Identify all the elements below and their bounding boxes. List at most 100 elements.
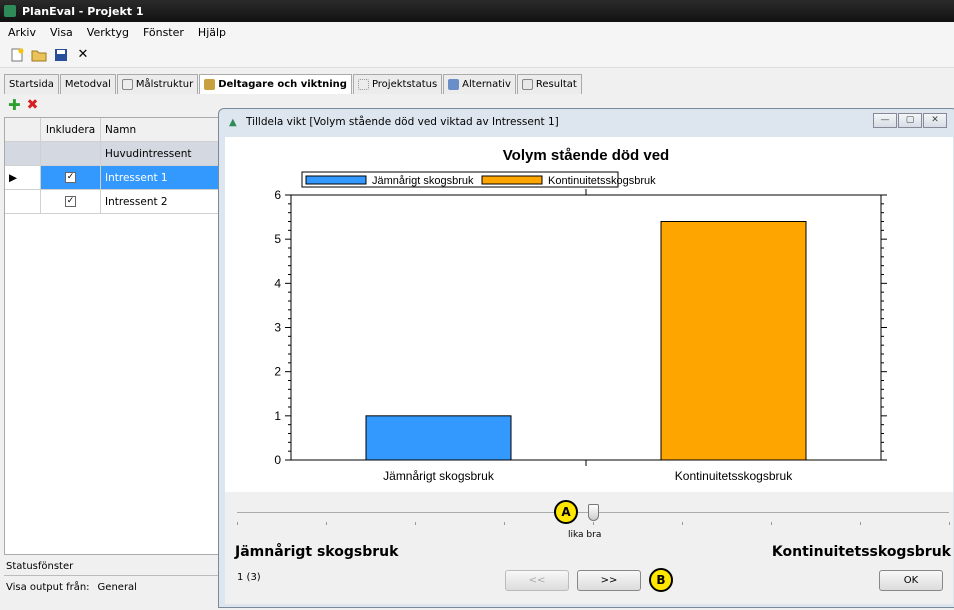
slider-tick [771,522,772,525]
menu-fonster[interactable]: Fönster [143,26,184,39]
tab-alternativ[interactable]: Alternativ [443,74,516,94]
legend-label: Kontinuitetsskogsbruk [548,175,656,187]
y-tick-label: 1 [274,409,281,423]
y-tick-label: 4 [274,276,281,290]
page-indicator: 1 (3) [237,572,261,583]
bar-chart: Volym stående död ved 0 1 2 3 4 5 6 Jämnårigt sk… [274,147,887,483]
status-output-row: Visa output från: General [4,576,236,599]
y-tick-label: 0 [274,453,281,467]
slider-tick [593,522,594,525]
tab-malstruktur-label: Målstruktur [135,79,194,90]
slider-tick [237,522,238,525]
weight-controls: A lika bra Jämnårigt skogsbruk Kontinuit… [225,492,953,604]
y-tick-label: 2 [274,365,281,379]
tab-startsida[interactable]: Startsida [4,74,59,94]
tab-bar: Startsida Metodval Målstruktur Deltagare… [4,74,583,94]
x-tick-label: Kontinuitetsskogsbruk [675,469,793,483]
slider-tick [504,522,505,525]
output-from-label: Visa output från: [6,582,90,593]
tab-deltagare[interactable]: Deltagare och viktning [199,74,352,94]
x-tick-label: Jämnårigt skogsbruk [383,469,495,483]
grid-header: Inkludera Namn [5,118,243,142]
assign-weight-dialog: ▲ Tilldela vikt [Volym stående död ved v… [218,108,954,608]
slider-tick [326,522,327,525]
bar-2 [660,221,807,461]
main-toolbar: ✕ [0,42,954,68]
legend-label: Jämnårigt skogsbruk [372,175,474,187]
participants-grid: Inkludera Namn Huvudintressent ▶ ✓ Intre… [4,117,244,555]
menu-verktyg[interactable]: Verktyg [87,26,129,39]
tab-resultat-label: Resultat [535,79,577,90]
close-icon[interactable]: ✕ [74,46,92,64]
row-indicator: ▶ [5,166,41,189]
menu-arkiv[interactable]: Arkiv [8,26,36,39]
next-button[interactable]: >> [577,570,641,591]
app-title: PlanEval - Projekt 1 [22,4,144,18]
tab-projektstatus-label: Projektstatus [371,79,438,90]
menubar: Arkiv Visa Verktyg Fönster Hjälp [0,22,954,42]
slider-tick [415,522,416,525]
ok-button[interactable]: OK [879,570,943,591]
tab-metodval[interactable]: Metodval [59,74,116,94]
table-row[interactable]: Huvudintressent [5,142,243,166]
row-indicator [5,142,41,165]
window-controls: — ▢ ✕ [872,113,947,128]
menu-hjalp[interactable]: Hjälp [198,26,226,39]
slider-tick [949,522,950,525]
left-alternative-label: Jämnårigt skogsbruk [235,544,399,560]
legend-swatch [305,175,367,185]
minimize-icon[interactable]: — [873,113,897,128]
row-indicator [5,190,41,213]
save-icon[interactable] [52,46,70,64]
include-cell: ✓ [41,166,101,189]
table-row[interactable]: ▶ ✓ Intressent 1 [5,166,243,190]
include-checkbox[interactable]: ✓ [65,172,76,183]
tab-malstruktur[interactable]: Målstruktur [116,74,199,94]
delete-icon[interactable]: ✖ [27,97,39,113]
status-window: Statusfönster Visa output från: General [4,558,236,604]
grid-icon [357,79,369,90]
app-titlebar: PlanEval - Projekt 1 [0,0,954,22]
bar-1 [365,415,512,461]
grid-header-inkludera[interactable]: Inkludera [41,118,101,141]
menu-visa[interactable]: Visa [50,26,73,39]
slider-tick [860,522,861,525]
add-icon[interactable]: ✚ [8,96,21,114]
window-close-icon[interactable]: ✕ [923,113,947,128]
tab-projektstatus[interactable]: Projektstatus [352,74,443,94]
alternatives-icon [448,79,460,90]
include-cell: ✓ [41,190,101,213]
open-folder-icon[interactable] [30,46,48,64]
include-cell [41,142,101,165]
dialog-title: Tilldela vikt [Volym stående död ved vik… [246,116,559,128]
y-tick-label: 5 [274,232,281,246]
app-icon [4,5,16,17]
tab-startsida-label: Startsida [9,79,54,90]
grid-header-blank [5,118,41,141]
legend-swatch [481,175,543,185]
results-icon [521,79,533,90]
slider-tick [682,522,683,525]
include-checkbox[interactable]: ✓ [65,196,76,207]
output-source-select[interactable]: General [98,582,137,593]
right-alternative-label: Kontinuitetsskogsbruk [771,544,951,560]
slider-value-label: lika bra [568,530,602,540]
table-row[interactable]: ✓ Intressent 2 [5,190,243,214]
y-tick-label: 6 [274,188,281,202]
slider-thumb[interactable] [588,504,599,521]
tab-alternativ-label: Alternativ [462,79,511,90]
new-file-icon[interactable] [8,46,26,64]
dialog-app-icon: ▲ [229,117,237,128]
people-icon [204,79,216,90]
y-tick-label: 3 [274,321,281,335]
hierarchy-icon [121,79,133,90]
chart-title: Volym stående död ved [503,147,669,164]
status-label: Statusfönster [4,558,236,576]
dialog-titlebar: ▲ Tilldela vikt [Volym stående död ved v… [219,109,954,135]
previous-button[interactable]: << [505,570,569,591]
tab-metodval-label: Metodval [64,79,111,90]
maximize-icon[interactable]: ▢ [898,113,922,128]
annotation-a: A [554,500,578,524]
tab-resultat[interactable]: Resultat [516,74,582,94]
annotation-b: B [649,568,673,592]
